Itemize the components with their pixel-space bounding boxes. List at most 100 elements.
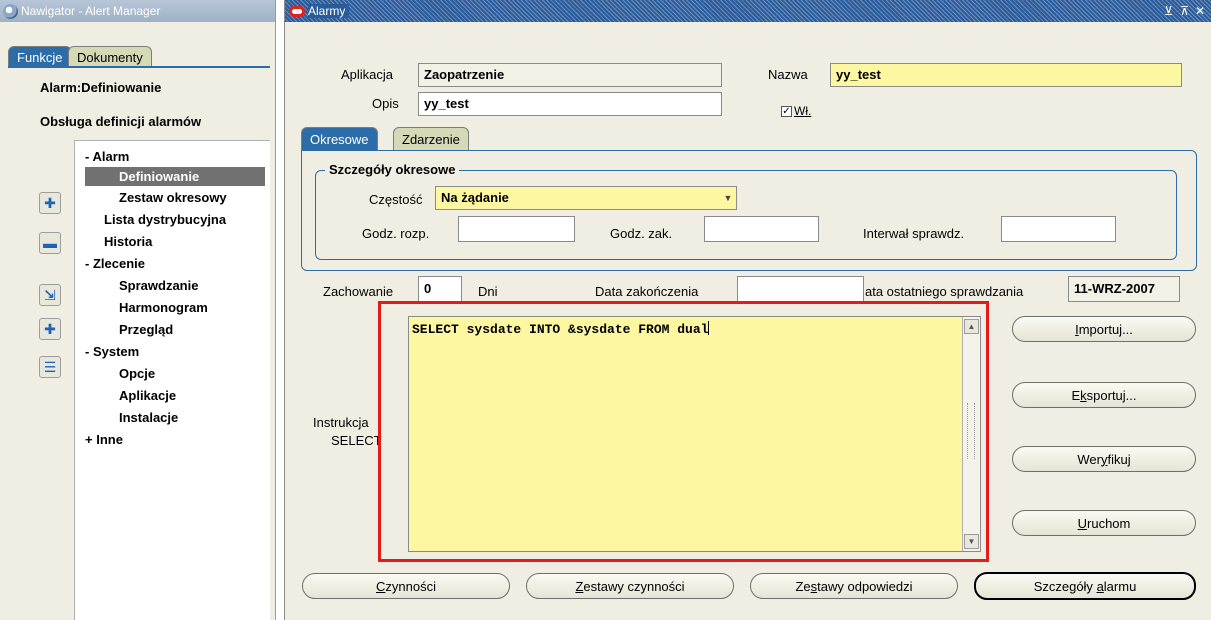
dni-label: Dni [478, 284, 498, 299]
tab-underline [8, 66, 270, 68]
uruchom-button[interactable]: Uruchom [1012, 510, 1196, 536]
tab-okresowe-label: Okresowe [310, 131, 369, 147]
tab-funkcje[interactable]: Funkcje [8, 46, 72, 68]
weryfikuj-label-pre: Wer [1077, 451, 1101, 467]
opis-field[interactable]: yy_test [418, 92, 722, 116]
tree-item-opcje[interactable]: Opcje [119, 364, 155, 383]
tree-item-system-label: System [92, 344, 140, 359]
szczegoly-alarmu-label-u: a [1096, 578, 1104, 594]
eksportuj-button[interactable]: Ek sportuj... [1012, 382, 1196, 408]
navigator-tree: - Alarm Definiowanie Zestaw okresowy Lis… [74, 140, 270, 620]
tree-item-opcje-label: Opcje [119, 366, 156, 381]
tree-item-aplikacje[interactable]: Aplikacje [119, 386, 176, 405]
zachowanie-label: Zachowanie [323, 284, 394, 299]
maximize-icon[interactable]: ⊼ [1180, 4, 1189, 18]
navigator-window: Nawigator - Alert Manager Funkcje Dokume… [0, 0, 276, 620]
tree-item-harmonogram-label: Harmonogram [119, 300, 208, 315]
tree-item-historia-label: Historia [104, 234, 153, 249]
tab-zdarzenie[interactable]: Zdarzenie [393, 127, 469, 150]
tree-item-definiowanie[interactable]: Definiowanie [85, 167, 265, 186]
navigator-title: Nawigator - Alert Manager [21, 4, 161, 18]
wl-checkbox[interactable]: ✓ [781, 105, 792, 117]
tree-item-harmonogram[interactable]: Harmonogram [119, 298, 208, 317]
data-zakonczenia-field[interactable] [737, 276, 864, 302]
uruchom-label-u: U [1077, 515, 1088, 531]
czynnosci-button[interactable]: Czynności [302, 573, 510, 599]
close-icon[interactable]: ✕ [1195, 4, 1205, 18]
zestawy-odpowiedzi-label-pre: Ze [795, 578, 811, 594]
minimize-icon[interactable]: ⊻ [1164, 4, 1173, 18]
weryfikuj-button[interactable]: Wer y fikuj [1012, 446, 1196, 472]
data-ostatniego-sprawdzania-label: ata ostatniego sprawdzania [865, 284, 1024, 299]
navigator-heading: Alarm:Definiowanie [40, 80, 162, 95]
zestawy-czynnosci-label-post: estawy czynności [583, 578, 685, 594]
alarmy-title: Alarmy [308, 4, 350, 18]
tree-item-instalacje-label: Instalacje [119, 410, 179, 425]
szczegoly-alarmu-button[interactable]: Szczegóły a larmu [974, 572, 1196, 600]
alarmy-titlebar[interactable]: Alarmy ⊻ ⊼ ✕ [285, 0, 1211, 22]
tree-item-inne-label: Inne [96, 432, 123, 447]
importuj-button[interactable]: Importuj... [1012, 316, 1196, 342]
godz-rozp-field[interactable] [458, 216, 575, 242]
aplikacja-field[interactable]: Zaopatrzenie [418, 63, 722, 87]
data-zakonczenia-label: Data zakończenia [595, 284, 699, 299]
tab-funkcje-label: Funkcje [17, 50, 63, 65]
eksportuj-label-pre: E [1071, 387, 1081, 403]
tree-item-sprawdzanie[interactable]: Sprawdzanie [119, 276, 198, 295]
expand-all-icon[interactable]: ✚ [39, 318, 61, 340]
tree-item-zlecenie[interactable]: - Zlecenie [85, 254, 145, 273]
chevron-down-icon[interactable]: ▼ [720, 187, 736, 209]
nazwa-field[interactable]: yy_test [830, 63, 1182, 87]
tree-item-historia[interactable]: Historia [104, 232, 152, 251]
zestawy-odpowiedzi-label-post: tawy odpowiedzi [817, 578, 913, 594]
tab-okresowe[interactable]: Okresowe [301, 127, 378, 150]
tree-item-instalacje[interactable]: Instalacje [119, 408, 178, 427]
czestosc-select[interactable]: Na żądanie ▼ [435, 186, 737, 210]
navigator-titlebar[interactable]: Nawigator - Alert Manager [0, 0, 275, 22]
select-label: SELECT [331, 433, 382, 448]
szczegoly-okresowe-group [315, 170, 1177, 260]
collapse-minus-icon[interactable]: ▬ [39, 232, 61, 254]
tree-item-alarm-prefix: - [85, 149, 90, 164]
highlight-annotation [378, 301, 989, 562]
wl-checkbox-group[interactable]: ✓ Wł. [781, 104, 811, 118]
tree-item-aplikacje-label: Aplikacje [119, 388, 177, 403]
weryfikuj-label-post: fikuj [1107, 451, 1131, 467]
czynnosci-label-u: C [376, 578, 386, 594]
expand-branch-icon[interactable]: ⇲ [39, 284, 61, 306]
tree-item-zestaw-okresowy[interactable]: Zestaw okresowy [119, 188, 227, 207]
importuj-label-post: mportuj... [1078, 321, 1133, 337]
czestosc-label: Częstość [369, 192, 423, 207]
tree-item-przeglad[interactable]: Przegląd [119, 320, 173, 339]
zestawy-czynnosci-button[interactable]: Zestawy czynności [526, 573, 734, 599]
tree-item-zestaw-okresowy-label: Zestaw okresowy [119, 190, 227, 205]
interwal-label: Interwał sprawdz. [863, 226, 965, 241]
zachowanie-field[interactable]: 0 [418, 276, 462, 302]
collapse-all-icon[interactable]: ☰ [39, 356, 61, 378]
tab-dokumenty[interactable]: Dokumenty [68, 46, 152, 68]
tree-item-system[interactable]: - System [85, 342, 139, 361]
oracle-logo-icon [289, 5, 305, 17]
tree-item-inne[interactable]: + Inne [85, 430, 123, 449]
tree-item-zlecenie-prefix: - [85, 256, 90, 271]
navigator-subheading: Obsługa definicji alarmów [40, 114, 202, 129]
tree-item-przeglad-label: Przegląd [119, 322, 174, 337]
szczegoly-alarmu-label-post: larmu [1103, 578, 1137, 594]
czestosc-value: Na żądanie [441, 190, 509, 205]
zestawy-odpowiedzi-button[interactable]: Ze s tawy odpowiedzi [750, 573, 958, 599]
godz-rozp-label: Godz. rozp. [362, 226, 430, 241]
interwal-field[interactable] [1001, 216, 1116, 242]
aplikacja-label: Aplikacja [341, 67, 394, 82]
expand-plus-icon[interactable]: ✚ [39, 192, 61, 214]
szczegoly-alarmu-label-pre: Szczegóły [1033, 578, 1097, 594]
nazwa-label: Nazwa [768, 67, 808, 82]
data-ostatniego-sprawdzania-field[interactable]: 11-WRZ-2007 [1068, 276, 1180, 302]
tree-item-lista-dystrybucyjna[interactable]: Lista dystrybucyjna [104, 210, 226, 229]
tree-item-system-prefix: - [85, 344, 90, 359]
navigator-app-icon [3, 3, 18, 19]
tab-zdarzenie-label: Zdarzenie [402, 131, 460, 147]
godz-zak-label: Godz. zak. [610, 226, 673, 241]
tree-item-alarm[interactable]: - Alarm [85, 147, 129, 166]
godz-zak-field[interactable] [704, 216, 819, 242]
tree-item-alarm-label: Alarm [92, 149, 130, 164]
